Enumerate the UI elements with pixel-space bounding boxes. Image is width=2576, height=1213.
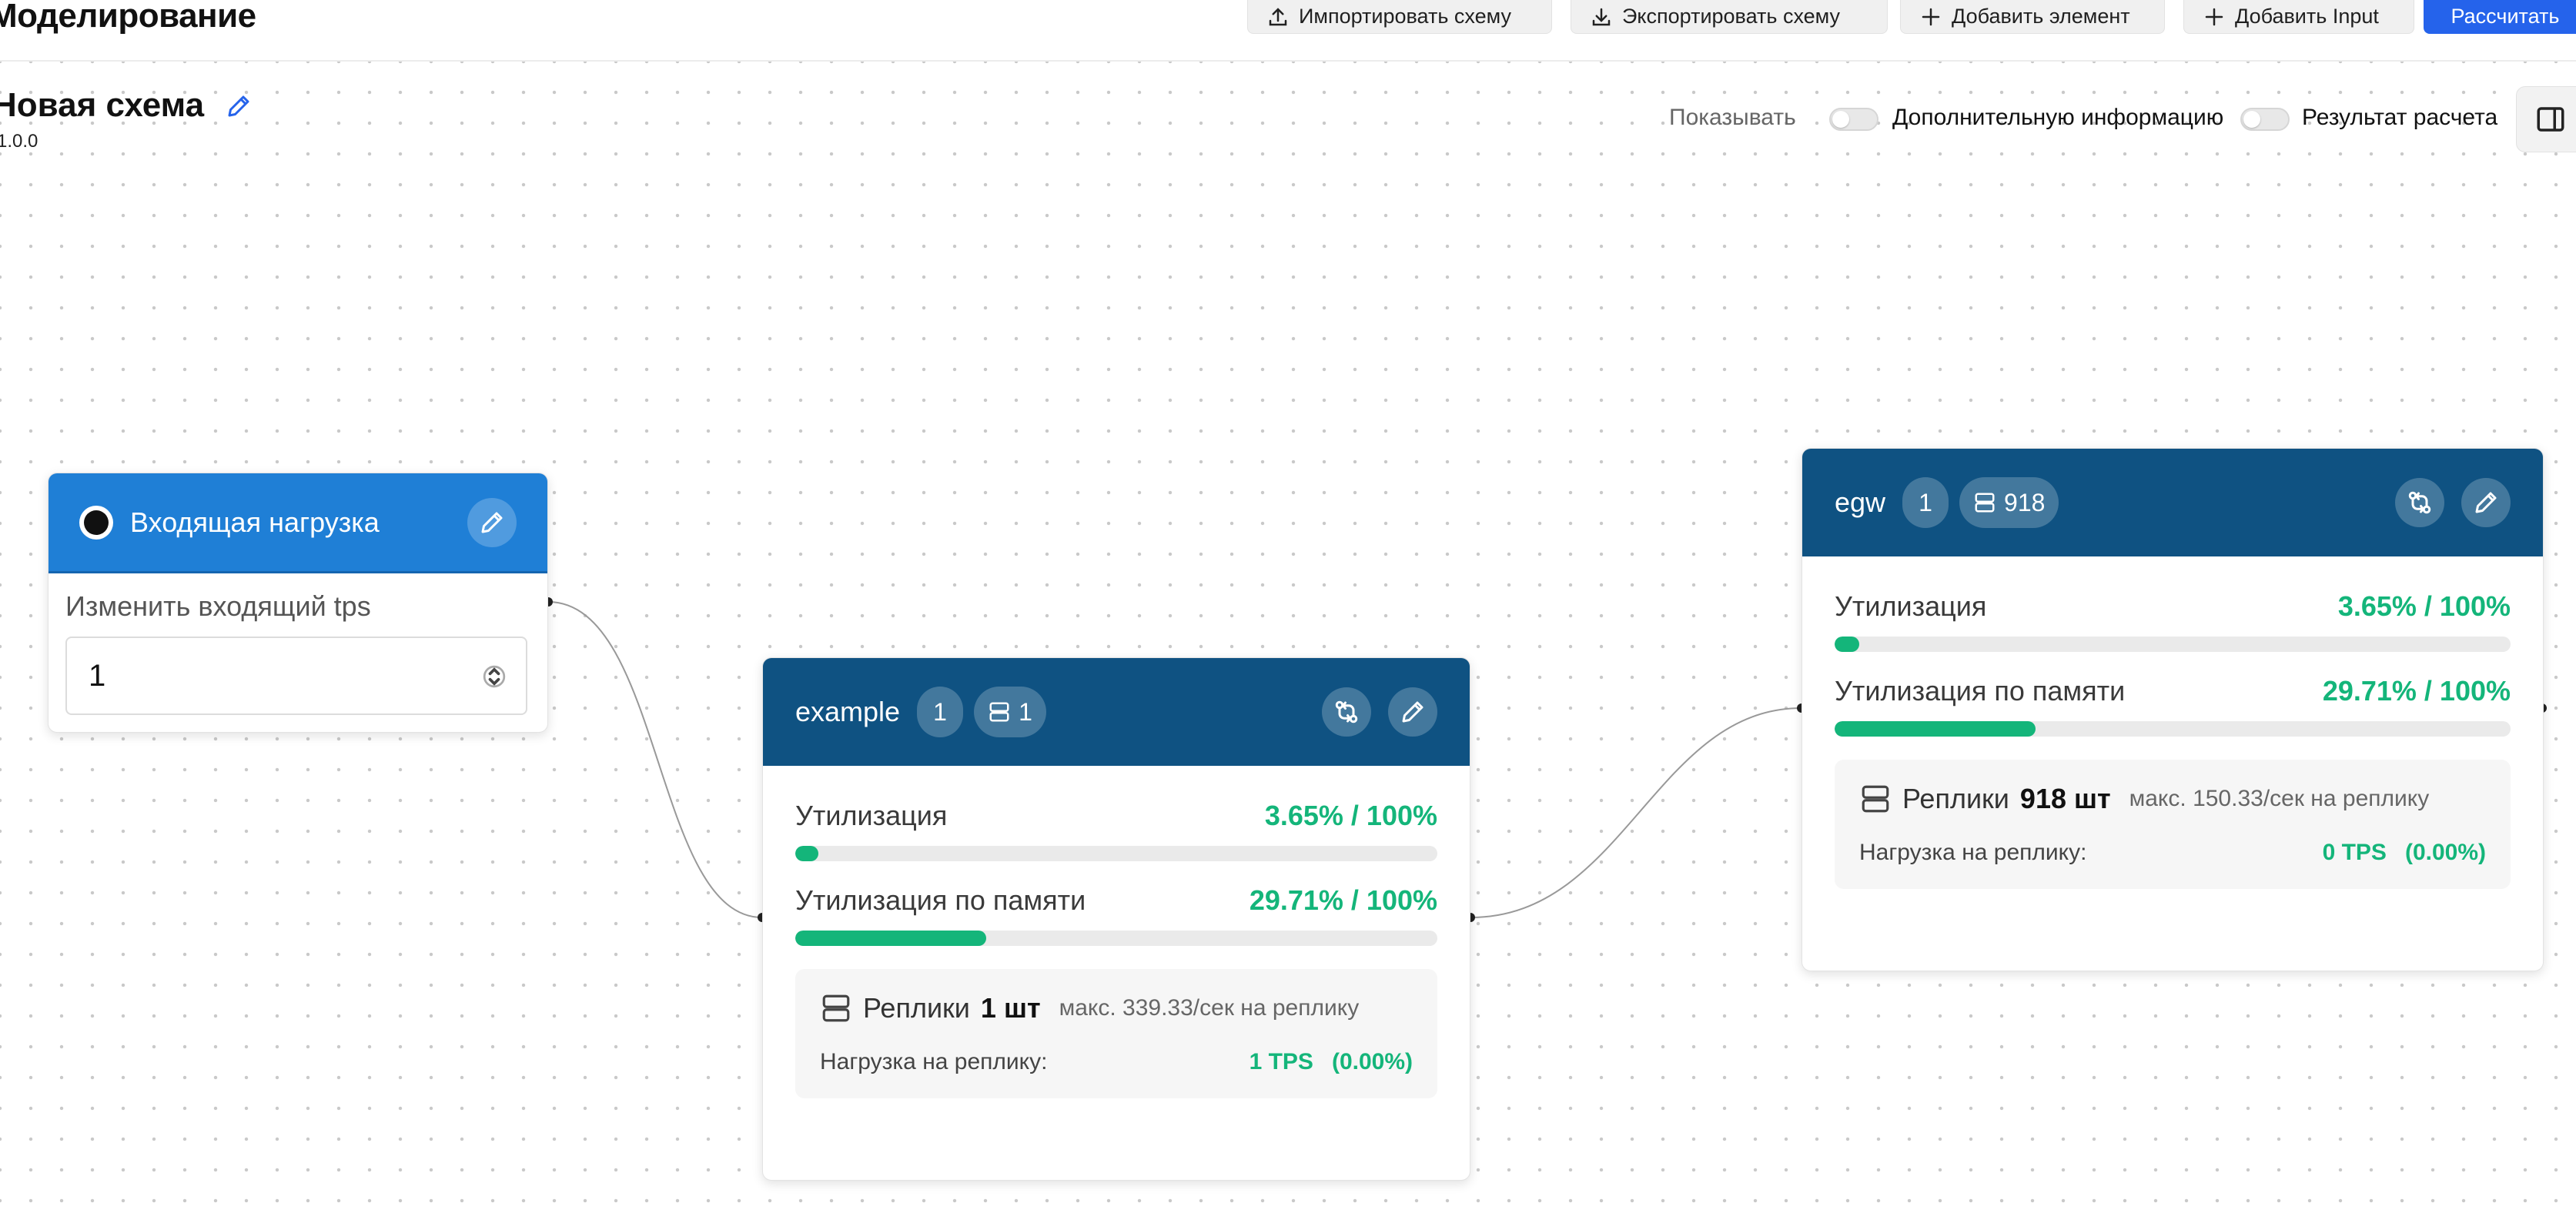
- connections-button[interactable]: [1322, 687, 1371, 737]
- memory-bar: [1835, 721, 2511, 737]
- edit-node-button[interactable]: [2461, 478, 2511, 527]
- memory-value: 29.71% / 100%: [2322, 675, 2511, 707]
- service-node-title: example: [795, 696, 901, 727]
- pencil-icon: [1402, 701, 1423, 723]
- load-label: Нагрузка на реплику:: [820, 1049, 1048, 1074]
- replicas-count: 1 шт: [980, 992, 1041, 1024]
- utilization-value: 3.65% / 100%: [1264, 800, 1437, 831]
- memory-bar-fill: [795, 931, 986, 946]
- utilization-row: Утилизация 3.65% / 100%: [1835, 590, 2511, 623]
- input-node-header[interactable]: Входящая нагрузка: [49, 473, 547, 573]
- service-node-egw[interactable]: egw 1 918 Утилизация 3.65% / 100% Утилиз…: [1802, 448, 2544, 971]
- utilization-label: Утилизация: [795, 800, 948, 831]
- service-node-title: egw: [1835, 486, 1886, 518]
- server-icon: [1975, 493, 1995, 513]
- load-tps: 0 TPS: [2322, 840, 2387, 865]
- replicas-max: макс. 339.33/сек на реплику: [1059, 995, 1360, 1021]
- input-node-title: Входящая нагрузка: [130, 506, 380, 538]
- utilization-bar-fill: [1835, 637, 1860, 652]
- memory-bar: [795, 931, 1437, 946]
- replicas-badge-count: 1: [1019, 697, 1032, 726]
- edge-input-to-example[interactable]: [547, 601, 763, 918]
- pencil-icon: [481, 512, 503, 533]
- replicas-max: макс. 150.33/сек на реплику: [2129, 786, 2430, 811]
- load-pct: (0.00%): [1331, 1049, 1413, 1074]
- tps-field[interactable]: [65, 637, 527, 715]
- utilization-bar: [795, 846, 1437, 861]
- service-node-example[interactable]: example 1 1 Утилизация 3.65% / 100% Утил…: [762, 657, 1470, 1181]
- replicas-badge: 918: [1959, 477, 2059, 528]
- instance-count-badge: 1: [1902, 477, 1949, 528]
- memory-row: Утилизация по памяти 29.71% / 100%: [795, 884, 1437, 917]
- utilization-label: Утилизация: [1835, 590, 1987, 622]
- service-node-header[interactable]: egw 1 918: [1802, 449, 2543, 556]
- memory-label: Утилизация по памяти: [1835, 675, 2126, 707]
- server-icon: [989, 702, 1009, 722]
- replicas-count: 918 шт: [2019, 783, 2111, 814]
- replicas-label: Реплики: [863, 992, 970, 1024]
- instance-count-badge: 1: [917, 687, 964, 737]
- git-compare-icon: [2408, 491, 2431, 514]
- load-tps: 1 TPS: [1249, 1049, 1313, 1074]
- service-node-header[interactable]: example 1 1: [763, 658, 1470, 766]
- utilization-value: 3.65% / 100%: [2337, 590, 2511, 622]
- memory-bar-fill: [1835, 721, 2036, 737]
- replicas-box: Реплики 918 шт макс. 150.33/сек на репли…: [1835, 760, 2511, 889]
- memory-label: Утилизация по памяти: [795, 884, 1086, 916]
- replicas-box: Реплики 1 шт макс. 339.33/сек на реплику…: [795, 969, 1437, 1098]
- utilization-bar-fill: [795, 846, 819, 861]
- tps-field-label: Изменить входящий tps: [65, 590, 371, 622]
- edit-input-button[interactable]: [467, 497, 517, 547]
- stepper-icon[interactable]: [483, 660, 506, 693]
- edge-example-to-egw[interactable]: [1470, 707, 1802, 918]
- load-pct: (0.00%): [2404, 840, 2486, 865]
- git-compare-icon: [1335, 700, 1358, 723]
- replicas-label: Реплики: [1902, 783, 2009, 814]
- pencil-icon: [2475, 492, 2497, 513]
- load-label: Нагрузка на реплику:: [1859, 840, 2087, 865]
- utilization-bar: [1835, 637, 2511, 652]
- connections-button[interactable]: [2395, 478, 2444, 527]
- memory-value: 29.71% / 100%: [1249, 884, 1437, 916]
- memory-row: Утилизация по памяти 29.71% / 100%: [1835, 675, 2511, 707]
- utilization-row: Утилизация 3.65% / 100%: [795, 800, 1437, 832]
- server-icon: [1862, 785, 1889, 813]
- radio-icon: [79, 505, 113, 540]
- replicas-badge: 1: [974, 687, 1046, 737]
- server-icon: [822, 994, 850, 1022]
- tps-input[interactable]: [89, 658, 458, 693]
- input-node[interactable]: Входящая нагрузка Изменить входящий tps: [48, 473, 548, 733]
- replicas-badge-count: 918: [2004, 488, 2046, 516]
- edit-node-button[interactable]: [1388, 687, 1437, 737]
